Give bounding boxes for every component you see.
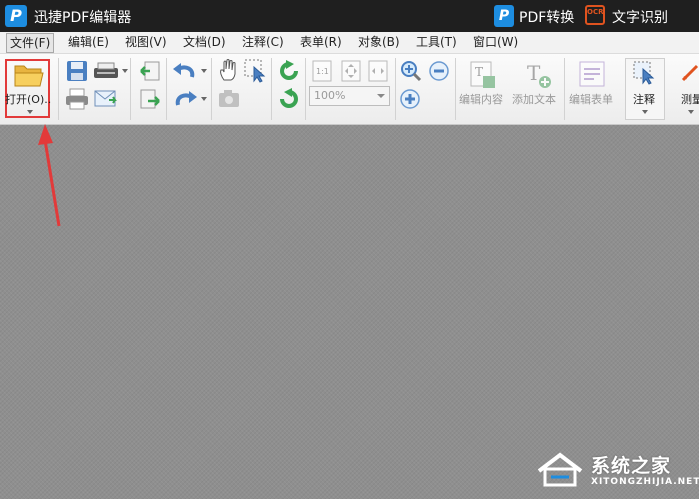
zoom-select[interactable]: 100% bbox=[309, 86, 390, 106]
toolbar-separator bbox=[564, 58, 565, 120]
zoom-in-icon[interactable] bbox=[399, 88, 421, 110]
select-tool-icon[interactable] bbox=[244, 59, 268, 83]
toolbar-separator bbox=[211, 58, 212, 120]
annotate-icon bbox=[633, 61, 655, 85]
menu-file[interactable]: 文件(F) bbox=[6, 33, 55, 53]
zoom-tool-icon[interactable] bbox=[399, 60, 425, 82]
app-title: 迅捷PDF编辑器 bbox=[34, 10, 132, 26]
snapshot-icon[interactable] bbox=[218, 89, 240, 109]
annotate-dropdown-icon[interactable] bbox=[642, 110, 648, 114]
zoom-dropdown-icon[interactable] bbox=[377, 94, 385, 98]
scanner-dropdown-icon[interactable] bbox=[122, 69, 128, 73]
ocr-button[interactable]: 文字识别 bbox=[612, 7, 668, 27]
pdf-convert-button[interactable]: PDF转换 bbox=[519, 7, 574, 27]
menu-form[interactable]: 表单(R) bbox=[297, 32, 345, 52]
actual-size-icon[interactable]: 1:1 bbox=[311, 60, 335, 82]
svg-text:T: T bbox=[527, 61, 541, 85]
actual-size-text: 1:1 bbox=[316, 67, 329, 76]
pdf-convert-icon[interactable]: P bbox=[494, 5, 514, 27]
redo-dropdown-icon[interactable] bbox=[201, 97, 207, 101]
open-label: 打开(O).. bbox=[5, 93, 52, 106]
edit-form-icon[interactable] bbox=[578, 60, 606, 88]
menu-edit[interactable]: 编辑(E) bbox=[65, 32, 112, 52]
measure-icon[interactable] bbox=[681, 62, 699, 84]
svg-text:T: T bbox=[475, 65, 483, 79]
toolbar-separator bbox=[395, 58, 396, 120]
measure-dropdown-icon[interactable] bbox=[688, 110, 694, 114]
open-folder-icon bbox=[14, 65, 44, 87]
menu-bar: 文件(F) 编辑(E) 视图(V) 文档(D) 注释(C) 表单(R) 对象(B… bbox=[0, 32, 699, 54]
toolbar-separator bbox=[58, 58, 59, 120]
toolbar-separator bbox=[166, 58, 167, 120]
hand-tool-icon[interactable] bbox=[218, 58, 240, 82]
watermark-text: 系统之家 bbox=[591, 455, 672, 477]
menu-comment[interactable]: 注释(C) bbox=[239, 32, 287, 52]
undo-icon[interactable] bbox=[172, 61, 198, 81]
zoom-value: 100% bbox=[314, 89, 346, 102]
menu-view[interactable]: 视图(V) bbox=[122, 32, 170, 52]
red-arrow-annotation bbox=[38, 124, 61, 227]
menu-tools[interactable]: 工具(T) bbox=[413, 32, 460, 52]
rotate-right-icon[interactable] bbox=[277, 87, 301, 111]
open-dropdown-icon[interactable] bbox=[27, 110, 33, 114]
email-icon[interactable] bbox=[93, 88, 119, 110]
scanner-icon[interactable] bbox=[92, 60, 120, 82]
watermark-subtext: XITONGZHIJIA.NET bbox=[591, 477, 699, 487]
undo-dropdown-icon[interactable] bbox=[201, 69, 207, 73]
ocr-icon[interactable]: OCR bbox=[585, 5, 605, 25]
redo-icon[interactable] bbox=[172, 89, 198, 109]
add-text-icon[interactable]: T bbox=[524, 60, 552, 90]
app-logo-icon: P bbox=[5, 5, 27, 27]
toolbar-separator bbox=[455, 58, 456, 120]
annotate-label: 注释 bbox=[633, 93, 655, 106]
measure-label[interactable]: 测量 bbox=[681, 91, 699, 107]
toolbar-separator bbox=[130, 58, 131, 120]
toolbar-separator bbox=[271, 58, 272, 120]
edit-form-label[interactable]: 编辑表单 bbox=[569, 91, 613, 107]
fit-width-icon[interactable] bbox=[366, 60, 390, 82]
extract-page-icon[interactable] bbox=[139, 60, 161, 84]
insert-page-icon[interactable] bbox=[139, 88, 161, 112]
watermark: 系统之家 XITONGZHIJIA.NET bbox=[535, 449, 699, 495]
save-icon[interactable] bbox=[66, 60, 88, 82]
print-icon[interactable] bbox=[65, 88, 89, 110]
edit-content-label[interactable]: 编辑内容 bbox=[459, 91, 503, 107]
toolbar-separator bbox=[305, 58, 306, 120]
menu-document[interactable]: 文档(D) bbox=[180, 32, 229, 52]
toolbar: 打开(O).. 1:1 100% T 编辑内容 T 添加文本 编辑表单 注释 测… bbox=[0, 54, 699, 125]
fit-page-icon[interactable] bbox=[339, 60, 363, 82]
add-text-label[interactable]: 添加文本 bbox=[512, 91, 556, 107]
rotate-left-icon[interactable] bbox=[277, 59, 301, 83]
menu-window[interactable]: 窗口(W) bbox=[470, 32, 521, 52]
title-bar: P 迅捷PDF编辑器 P PDF转换 OCR 文字识别 bbox=[0, 0, 699, 32]
menu-object[interactable]: 对象(B) bbox=[355, 32, 403, 52]
document-workspace[interactable] bbox=[0, 125, 699, 499]
watermark-logo-icon bbox=[537, 452, 583, 487]
zoom-out-icon[interactable] bbox=[428, 60, 450, 82]
edit-content-icon[interactable]: T bbox=[469, 60, 497, 90]
